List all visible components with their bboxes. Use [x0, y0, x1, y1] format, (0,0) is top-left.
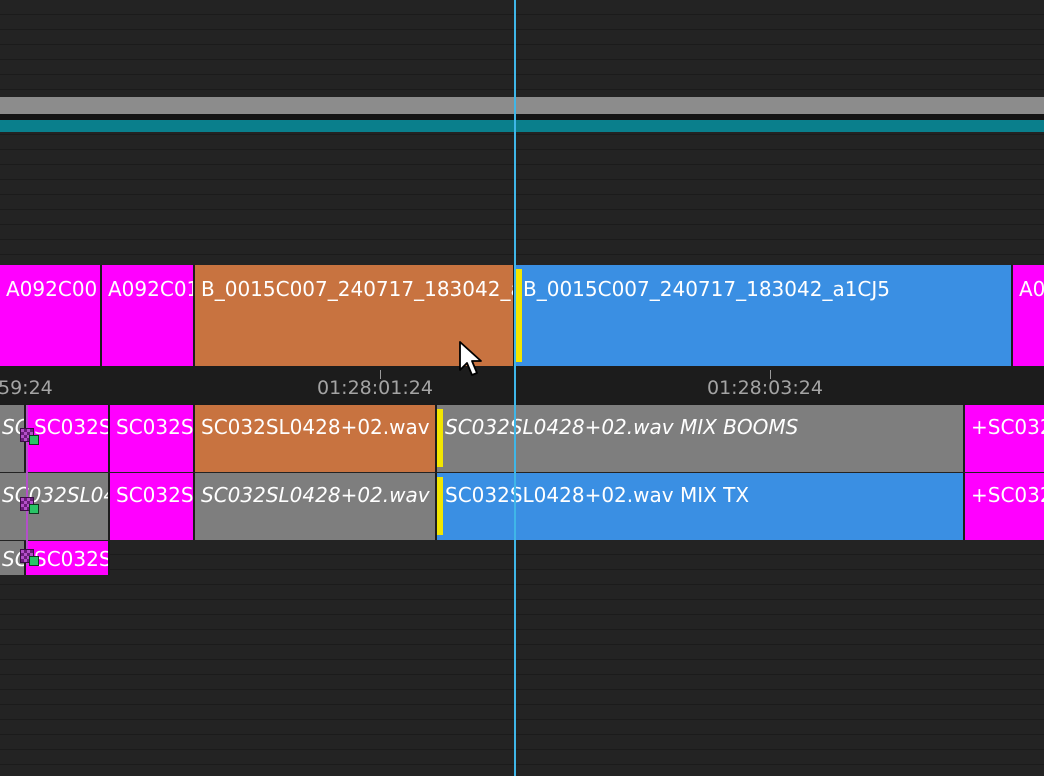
track-separator-teal [0, 120, 1044, 132]
audio-clip[interactable]: SC032SL0428+02.wav [0, 473, 110, 540]
playhead[interactable] [514, 0, 516, 776]
track-separator-gray [0, 97, 1044, 114]
clip-label: SC032SL0428+02.wav MIX TX [445, 483, 750, 507]
video-clip[interactable]: A0 [1013, 265, 1044, 366]
clip-label: A0 [1019, 277, 1044, 301]
clip-label: SC032SL0428+02.wav [201, 415, 430, 439]
clip-label: SC032S [34, 415, 110, 439]
timecode-label: 01:28:03:24 [707, 377, 823, 399]
timecode-ruler[interactable] [0, 366, 1044, 404]
audio-clip[interactable]: +SC032 [965, 473, 1044, 540]
clip-label: SC032SL0428+02.wav [201, 483, 430, 507]
video-clip[interactable]: A092C01 [102, 265, 195, 366]
audio-clip[interactable]: SC032S [110, 473, 195, 540]
clip-label: SC032SL0428+02.wav MIX BOOMS [445, 415, 799, 439]
mouse-pointer-icon [459, 341, 482, 376]
clip-label: SC032SL0428+02.wav [2, 483, 110, 507]
audio-clip[interactable]: SC032SL0428+02.wav MIX BOOMS [437, 405, 965, 472]
clip-label: SC032S [116, 415, 194, 439]
linked-clip-icon [20, 497, 39, 514]
linked-clip-icon [20, 428, 39, 445]
clip-label: +SC032 [971, 483, 1044, 507]
edit-point-marker[interactable] [437, 409, 443, 467]
clip-label: A092C01 [108, 277, 195, 301]
timecode-label: 59:24 [0, 377, 53, 399]
video-clip[interactable]: A092C00 [0, 265, 102, 366]
audio-clip[interactable]: SC032S [110, 405, 195, 472]
clip-label: A092C00 [6, 277, 98, 301]
audio-clip-selected[interactable]: SC032SL0428+02.wav [195, 405, 437, 472]
audio-clip-selected[interactable]: SC032SL0428+02.wav MIX TX [437, 473, 965, 540]
linked-clip-icon [20, 549, 39, 566]
audio-clip[interactable]: SC032SL0428+02.wav [195, 473, 437, 540]
clip-label: B_0015C007_240717_183042_a1CJ5 [201, 277, 513, 301]
timecode-label: 01:28:01:24 [317, 377, 433, 399]
audio-clip[interactable]: +SC032 [965, 405, 1044, 472]
clip-label: B_0015C007_240717_183042_a1CJ5 [523, 277, 891, 301]
clip-label: SC032S [116, 483, 194, 507]
clip-label: +SC032 [971, 415, 1044, 439]
clip-label: SC032S [34, 547, 110, 571]
edit-point-marker[interactable] [437, 477, 443, 535]
timeline-panel[interactable]: A092C00 A092C01 B_0015C007_240717_183042… [0, 0, 1044, 776]
video-clip-selected-incoming[interactable]: B_0015C007_240717_183042_a1CJ5 [515, 265, 1013, 366]
edit-point-marker[interactable] [516, 269, 522, 362]
